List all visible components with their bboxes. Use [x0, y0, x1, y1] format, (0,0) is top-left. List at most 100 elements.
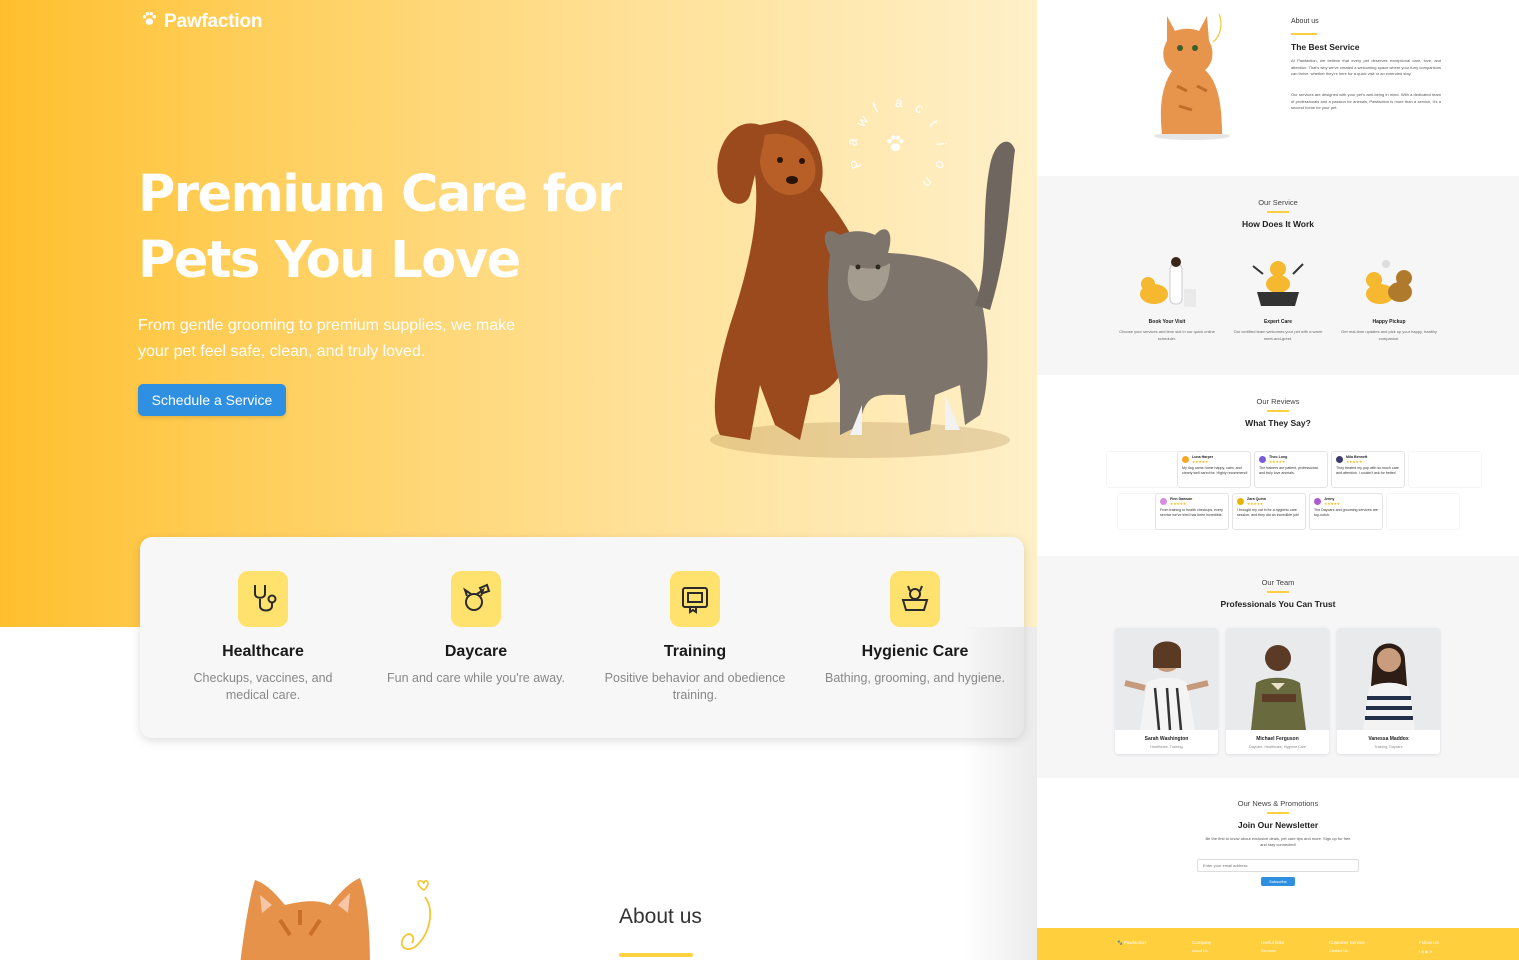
- review-card: Luna Harper ★★★★★ My dog came home happy…: [1177, 451, 1251, 488]
- review-name: Jenny: [1324, 497, 1335, 501]
- review-card: [1106, 451, 1180, 488]
- how-step-desc: Get real-time updates and pick up your h…: [1341, 329, 1437, 341]
- review-name: Luna Harper: [1192, 455, 1214, 459]
- team-photo: [1115, 628, 1218, 731]
- preview-footer: 🐾 Pawfaction Company About Us Useful link…: [1037, 928, 1519, 960]
- training-certificate-icon: [670, 571, 720, 627]
- star-rating-icon: ★★★★★: [1192, 460, 1209, 464]
- page-preview-panel: About us The Best Service At Pawfaction,…: [1037, 0, 1519, 960]
- preview-team-title: Professionals You Can Trust: [1220, 598, 1336, 609]
- review-card: [1386, 493, 1460, 530]
- footer-brand[interactable]: 🐾 Pawfaction: [1117, 940, 1146, 946]
- team-member-name: Michael Ferguson: [1256, 736, 1299, 742]
- team-card: Michael Ferguson Daycare, Healthcare, Hy…: [1226, 628, 1329, 754]
- star-rating-icon: ★★★★★: [1247, 502, 1264, 506]
- team-card: Sarah Washington Healthcare, Training: [1115, 628, 1218, 754]
- team-member-role: Daycare, Healthcare, Hygiene Care: [1249, 745, 1306, 749]
- preview-team-underline: [1267, 591, 1289, 593]
- preview-about-underline: [1291, 33, 1317, 35]
- star-rating-icon: ★★★★★: [1324, 502, 1341, 506]
- footer-col-social: Follow Us f ◎ ▶ ✕: [1419, 940, 1439, 954]
- how-step-desc: Our certified team welcomes your pet wit…: [1233, 329, 1323, 341]
- happy-pets-illustration-icon: [1366, 260, 1412, 304]
- footer-link[interactable]: Services: [1261, 949, 1284, 953]
- service-title: Healthcare: [222, 643, 304, 660]
- preview-reviews-kicker: Our Reviews: [1256, 397, 1300, 406]
- preview-about-kicker: About us: [1291, 18, 1319, 25]
- review-text: They treated my pup with so much care an…: [1336, 466, 1399, 475]
- how-step-pickup: Happy Pickup Get real-time updates and p…: [1341, 254, 1437, 342]
- footer-col-title: Company: [1192, 940, 1212, 945]
- review-text: My dog came home happy, calm, and clearl…: [1182, 466, 1248, 475]
- review-name: Finn Dawson: [1170, 497, 1193, 501]
- service-title: Training: [663, 643, 727, 660]
- preview-how-section: Our Service How Does It Work Book Your V…: [1037, 176, 1519, 375]
- paw-icon: [140, 10, 158, 33]
- preview-newsletter-desc: Be the first to know about exclusive dea…: [1205, 835, 1351, 847]
- preview-about-section: About us The Best Service At Pawfaction,…: [1037, 0, 1519, 176]
- heart-doodle: [400, 880, 432, 950]
- service-daycare[interactable]: Daycare Fun and care while you're away.: [376, 571, 576, 687]
- social-icons[interactable]: f ◎ ▶ ✕: [1419, 949, 1439, 954]
- service-healthcare[interactable]: Healthcare Checkups, vaccines, and medic…: [163, 571, 363, 704]
- review-text: I brought my cat in for a hygienic care …: [1237, 508, 1299, 517]
- preview-how-underline: [1267, 211, 1289, 213]
- preview-newsletter-title: Join Our Newsletter: [1237, 819, 1319, 830]
- preview-reviews-title: What They Say?: [1245, 417, 1311, 428]
- preview-newsletter-kicker: Our News & Promotions: [1237, 799, 1319, 808]
- team-member-name: Sarah Washington: [1144, 736, 1189, 742]
- main-viewport: Pawfaction Premium Care for Pets You Lov…: [0, 0, 1037, 960]
- preview-team-kicker: Our Team: [1261, 578, 1295, 587]
- hero-title-line1: Premium Care for: [138, 165, 622, 224]
- preview-about-paragraph-1: At Pawfaction, we believe that every pet…: [1291, 58, 1441, 76]
- star-rating-icon: ★★★★★: [1170, 502, 1187, 506]
- review-card: [1408, 451, 1482, 488]
- footer-link[interactable]: About Us: [1192, 949, 1211, 953]
- preview-how-kicker: Our Service: [1258, 198, 1298, 207]
- team-photo: [1226, 628, 1329, 730]
- subscribe-button[interactable]: Subscribe: [1261, 877, 1295, 886]
- review-text: The trainers are patient, professional, …: [1259, 466, 1319, 475]
- footer-col-company: Company About Us: [1192, 940, 1211, 953]
- review-card: Theo Long ★★★★★ The trainers are patient…: [1254, 451, 1328, 488]
- star-rating-icon: ★★★★★: [1269, 460, 1286, 464]
- paw-icon: 🐾: [1117, 940, 1123, 945]
- newsletter-email-input[interactable]: [1197, 859, 1359, 872]
- about-title: About us: [619, 905, 702, 928]
- schedule-service-button[interactable]: Schedule a Service: [138, 384, 286, 416]
- preview-newsletter-section: Our News & Promotions Join Our Newslette…: [1037, 778, 1519, 928]
- preview-team-section: Our Team Professionals You Can Trust Sar…: [1037, 556, 1519, 778]
- how-step-title: Expert Care: [1263, 319, 1293, 325]
- preview-how-title: How Does It Work: [1241, 218, 1315, 229]
- hero-subtitle: From gentle grooming to premium supplies…: [138, 317, 516, 360]
- grooming-illustration-icon: [1252, 261, 1304, 306]
- footer-col-title: Customer Service: [1329, 940, 1365, 945]
- how-step-title: Happy Pickup: [1372, 319, 1406, 325]
- team-member-role: Healthcare, Training: [1150, 745, 1183, 749]
- footer-link[interactable]: Contact Us: [1329, 949, 1365, 953]
- review-name: Mila Bennett: [1346, 455, 1368, 459]
- service-desc: Checkups, vaccines, and medical care.: [193, 671, 333, 702]
- preview-about-paragraph-2: Our services are designed with your pet'…: [1291, 92, 1441, 110]
- footer-brand-name: Pawfaction: [1123, 940, 1146, 945]
- review-text: From training to health checkups, every …: [1160, 508, 1223, 517]
- avatar: [1336, 456, 1343, 463]
- team-member-name: Vanessa Maddox: [1368, 736, 1409, 742]
- service-training[interactable]: Training Positive behavior and obedience…: [595, 571, 795, 704]
- service-desc: Fun and care while you're away.: [387, 671, 565, 685]
- footer-col-service: Customer Service Contact Us: [1329, 940, 1365, 953]
- dog-daycare-icon: [451, 571, 501, 627]
- review-card: Mila Bennett ★★★★★ They treated my pup w…: [1331, 451, 1405, 488]
- how-step-desc: Choose your services and time slot in ou…: [1119, 329, 1215, 341]
- team-photo: [1337, 628, 1440, 730]
- grooming-tub-icon: [890, 571, 940, 627]
- about-underline: [619, 953, 693, 957]
- footer-col-title: Useful links: [1261, 940, 1285, 945]
- how-step-care: Expert Care Our certified team welcomes …: [1230, 254, 1326, 342]
- brand-logo[interactable]: Pawfaction: [140, 10, 263, 33]
- review-card: Jenny ★★★★★ The Daycare and grooming ser…: [1309, 493, 1383, 530]
- review-card: Zara Quinn ★★★★★ I brought my cat in for…: [1232, 493, 1306, 530]
- team-member-role: Training, Daycare: [1374, 745, 1403, 749]
- preview-newsletter-underline: [1267, 812, 1289, 814]
- services-card: Healthcare Checkups, vaccines, and medic…: [140, 537, 1024, 738]
